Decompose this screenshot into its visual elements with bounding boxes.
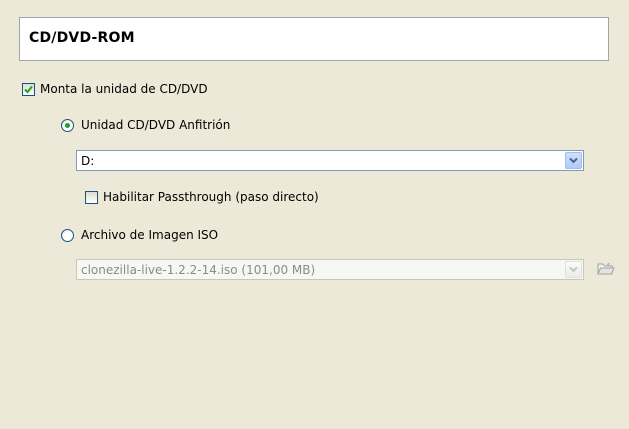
iso-file-value: clonezilla-live-1.2.2-14.iso (101,00 MB) (81, 263, 316, 277)
host-drive-dropdown-button[interactable] (565, 152, 582, 169)
iso-image-radio[interactable] (61, 229, 74, 242)
host-drive-radio[interactable] (61, 119, 74, 132)
section-header: CD/DVD-ROM (19, 17, 609, 61)
chevron-down-icon (569, 266, 578, 273)
browse-iso-button[interactable] (596, 259, 616, 279)
radio-selected-dot (65, 123, 70, 128)
iso-image-label[interactable]: Archivo de Imagen ISO (81, 228, 218, 242)
open-folder-icon (597, 262, 615, 275)
host-drive-value: D: (81, 154, 95, 168)
passthrough-checkbox[interactable] (85, 191, 98, 204)
section-title: CD/DVD-ROM (29, 30, 135, 46)
chevron-down-icon (569, 157, 578, 164)
host-drive-label[interactable]: Unidad CD/DVD Anfitrión (81, 118, 230, 132)
host-drive-select[interactable]: D: (76, 150, 584, 171)
iso-file-select[interactable]: clonezilla-live-1.2.2-14.iso (101,00 MB) (76, 259, 584, 280)
passthrough-label[interactable]: Habilitar Passthrough (paso directo) (103, 190, 319, 204)
checkmark-icon (24, 85, 33, 94)
mount-cd-dvd-checkbox[interactable] (22, 83, 35, 96)
mount-cd-dvd-label[interactable]: Monta la unidad de CD/DVD (40, 82, 208, 96)
iso-file-dropdown-button[interactable] (565, 261, 582, 278)
